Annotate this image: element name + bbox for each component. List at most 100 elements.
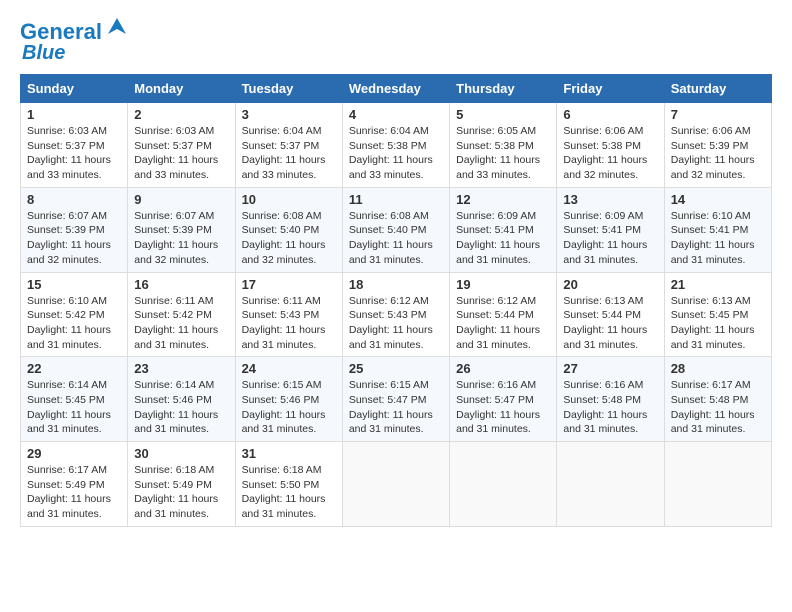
day-number: 23: [134, 361, 228, 376]
sunrise-text: Sunrise: 6:07 AM: [27, 210, 107, 222]
logo-icon: [106, 16, 128, 38]
sunrise-text: Sunrise: 6:13 AM: [563, 295, 643, 307]
sunset-text: Sunset: 5:44 PM: [456, 309, 534, 321]
calendar-cell: 13 Sunrise: 6:09 AM Sunset: 5:41 PM Dayl…: [557, 187, 664, 272]
cell-content: Sunrise: 6:04 AM Sunset: 5:38 PM Dayligh…: [349, 124, 443, 183]
day-number: 28: [671, 361, 765, 376]
calendar-cell: 18 Sunrise: 6:12 AM Sunset: 5:43 PM Dayl…: [342, 272, 449, 357]
cell-content: Sunrise: 6:16 AM Sunset: 5:47 PM Dayligh…: [456, 378, 550, 437]
day-number: 25: [349, 361, 443, 376]
sunset-text: Sunset: 5:47 PM: [456, 394, 534, 406]
day-number: 15: [27, 277, 121, 292]
day-number: 24: [242, 361, 336, 376]
weekday-header: Sunday: [21, 75, 128, 103]
day-number: 10: [242, 192, 336, 207]
calendar-cell: 19 Sunrise: 6:12 AM Sunset: 5:44 PM Dayl…: [450, 272, 557, 357]
logo-blue-text: Blue: [22, 42, 65, 64]
cell-content: Sunrise: 6:15 AM Sunset: 5:46 PM Dayligh…: [242, 378, 336, 437]
calendar-cell: 2 Sunrise: 6:03 AM Sunset: 5:37 PM Dayli…: [128, 103, 235, 188]
empty-cell: [450, 442, 557, 527]
daylight-text: Daylight: 11 hours and 31 minutes.: [456, 324, 540, 351]
daylight-text: Daylight: 11 hours and 31 minutes.: [671, 324, 755, 351]
calendar-cell: 8 Sunrise: 6:07 AM Sunset: 5:39 PM Dayli…: [21, 187, 128, 272]
sunset-text: Sunset: 5:48 PM: [563, 394, 641, 406]
sunset-text: Sunset: 5:49 PM: [134, 479, 212, 491]
cell-content: Sunrise: 6:06 AM Sunset: 5:38 PM Dayligh…: [563, 124, 657, 183]
day-number: 19: [456, 277, 550, 292]
sunset-text: Sunset: 5:49 PM: [27, 479, 105, 491]
sunset-text: Sunset: 5:37 PM: [134, 140, 212, 152]
daylight-text: Daylight: 11 hours and 31 minutes.: [671, 409, 755, 436]
day-number: 1: [27, 107, 121, 122]
calendar-cell: 14 Sunrise: 6:10 AM Sunset: 5:41 PM Dayl…: [664, 187, 771, 272]
cell-content: Sunrise: 6:13 AM Sunset: 5:44 PM Dayligh…: [563, 294, 657, 353]
sunrise-text: Sunrise: 6:14 AM: [27, 379, 107, 391]
sunrise-text: Sunrise: 6:03 AM: [27, 125, 107, 137]
daylight-text: Daylight: 11 hours and 31 minutes.: [242, 409, 326, 436]
sunrise-text: Sunrise: 6:18 AM: [242, 464, 322, 476]
cell-content: Sunrise: 6:14 AM Sunset: 5:45 PM Dayligh…: [27, 378, 121, 437]
sunrise-text: Sunrise: 6:15 AM: [242, 379, 322, 391]
empty-cell: [557, 442, 664, 527]
calendar-week-row: 15 Sunrise: 6:10 AM Sunset: 5:42 PM Dayl…: [21, 272, 772, 357]
weekday-header: Tuesday: [235, 75, 342, 103]
cell-content: Sunrise: 6:10 AM Sunset: 5:42 PM Dayligh…: [27, 294, 121, 353]
empty-cell: [664, 442, 771, 527]
sunrise-text: Sunrise: 6:13 AM: [671, 295, 751, 307]
sunset-text: Sunset: 5:46 PM: [242, 394, 320, 406]
calendar-body: 1 Sunrise: 6:03 AM Sunset: 5:37 PM Dayli…: [21, 103, 772, 527]
daylight-text: Daylight: 11 hours and 32 minutes.: [671, 154, 755, 181]
daylight-text: Daylight: 11 hours and 33 minutes.: [27, 154, 111, 181]
sunset-text: Sunset: 5:41 PM: [563, 224, 641, 236]
day-number: 8: [27, 192, 121, 207]
sunset-text: Sunset: 5:42 PM: [134, 309, 212, 321]
daylight-text: Daylight: 11 hours and 31 minutes.: [242, 324, 326, 351]
calendar-cell: 30 Sunrise: 6:18 AM Sunset: 5:49 PM Dayl…: [128, 442, 235, 527]
cell-content: Sunrise: 6:18 AM Sunset: 5:50 PM Dayligh…: [242, 463, 336, 522]
sunrise-text: Sunrise: 6:10 AM: [27, 295, 107, 307]
cell-content: Sunrise: 6:15 AM Sunset: 5:47 PM Dayligh…: [349, 378, 443, 437]
sunrise-text: Sunrise: 6:06 AM: [563, 125, 643, 137]
calendar-cell: 31 Sunrise: 6:18 AM Sunset: 5:50 PM Dayl…: [235, 442, 342, 527]
calendar-cell: 6 Sunrise: 6:06 AM Sunset: 5:38 PM Dayli…: [557, 103, 664, 188]
sunset-text: Sunset: 5:40 PM: [349, 224, 427, 236]
sunrise-text: Sunrise: 6:03 AM: [134, 125, 214, 137]
day-number: 22: [27, 361, 121, 376]
daylight-text: Daylight: 11 hours and 31 minutes.: [671, 239, 755, 266]
cell-content: Sunrise: 6:04 AM Sunset: 5:37 PM Dayligh…: [242, 124, 336, 183]
day-number: 16: [134, 277, 228, 292]
day-number: 13: [563, 192, 657, 207]
calendar-cell: 3 Sunrise: 6:04 AM Sunset: 5:37 PM Dayli…: [235, 103, 342, 188]
sunset-text: Sunset: 5:41 PM: [671, 224, 749, 236]
cell-content: Sunrise: 6:12 AM Sunset: 5:44 PM Dayligh…: [456, 294, 550, 353]
sunset-text: Sunset: 5:43 PM: [349, 309, 427, 321]
day-number: 29: [27, 446, 121, 461]
cell-content: Sunrise: 6:08 AM Sunset: 5:40 PM Dayligh…: [349, 209, 443, 268]
sunset-text: Sunset: 5:41 PM: [456, 224, 534, 236]
calendar-week-row: 1 Sunrise: 6:03 AM Sunset: 5:37 PM Dayli…: [21, 103, 772, 188]
sunrise-text: Sunrise: 6:07 AM: [134, 210, 214, 222]
daylight-text: Daylight: 11 hours and 31 minutes.: [27, 493, 111, 520]
calendar-cell: 16 Sunrise: 6:11 AM Sunset: 5:42 PM Dayl…: [128, 272, 235, 357]
sunrise-text: Sunrise: 6:10 AM: [671, 210, 751, 222]
cell-content: Sunrise: 6:09 AM Sunset: 5:41 PM Dayligh…: [563, 209, 657, 268]
daylight-text: Daylight: 11 hours and 32 minutes.: [563, 154, 647, 181]
cell-content: Sunrise: 6:09 AM Sunset: 5:41 PM Dayligh…: [456, 209, 550, 268]
daylight-text: Daylight: 11 hours and 33 minutes.: [134, 154, 218, 181]
sunrise-text: Sunrise: 6:09 AM: [563, 210, 643, 222]
day-number: 4: [349, 107, 443, 122]
calendar-cell: 10 Sunrise: 6:08 AM Sunset: 5:40 PM Dayl…: [235, 187, 342, 272]
daylight-text: Daylight: 11 hours and 31 minutes.: [134, 324, 218, 351]
sunrise-text: Sunrise: 6:16 AM: [563, 379, 643, 391]
day-number: 2: [134, 107, 228, 122]
day-number: 3: [242, 107, 336, 122]
calendar-cell: 25 Sunrise: 6:15 AM Sunset: 5:47 PM Dayl…: [342, 357, 449, 442]
sunset-text: Sunset: 5:38 PM: [563, 140, 641, 152]
calendar-week-row: 22 Sunrise: 6:14 AM Sunset: 5:45 PM Dayl…: [21, 357, 772, 442]
calendar-cell: 9 Sunrise: 6:07 AM Sunset: 5:39 PM Dayli…: [128, 187, 235, 272]
calendar-week-row: 8 Sunrise: 6:07 AM Sunset: 5:39 PM Dayli…: [21, 187, 772, 272]
weekday-header: Monday: [128, 75, 235, 103]
calendar-cell: 21 Sunrise: 6:13 AM Sunset: 5:45 PM Dayl…: [664, 272, 771, 357]
daylight-text: Daylight: 11 hours and 31 minutes.: [563, 324, 647, 351]
sunrise-text: Sunrise: 6:18 AM: [134, 464, 214, 476]
